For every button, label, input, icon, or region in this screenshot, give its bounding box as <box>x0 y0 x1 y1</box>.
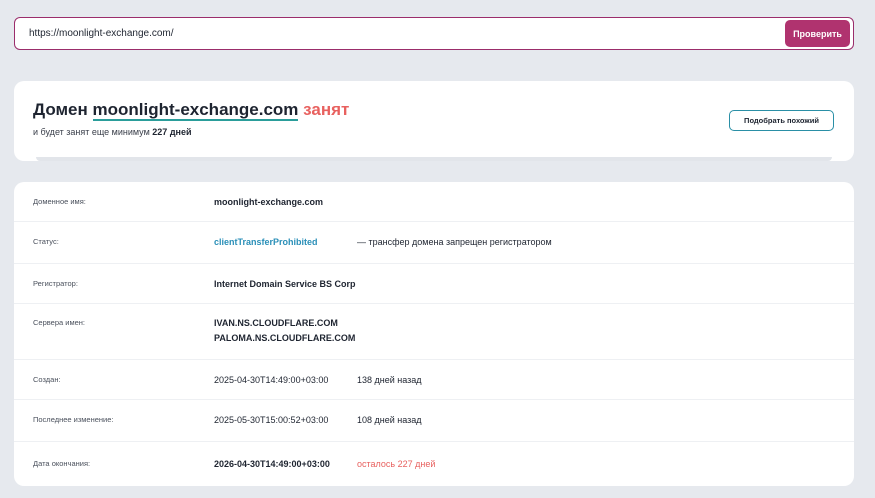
check-button[interactable]: Проверить <box>785 20 850 47</box>
headline-prefix: Домен <box>33 100 88 119</box>
nameserver-2: PALOMA.NS.CLOUDFLARE.COM <box>214 333 356 343</box>
summary-card: Домен moonlight-exchange.com занят и буд… <box>14 81 854 161</box>
headline-domain: moonlight-exchange.com <box>92 100 299 121</box>
domain-value: moonlight-exchange.com <box>214 197 324 207</box>
domain-headline: Домен moonlight-exchange.com занят <box>33 100 350 121</box>
availability-note: и будет занят еще минимум 227 дней <box>33 127 192 137</box>
row-expires: Дата окончания: 2026-04-30T14:49:00+03:0… <box>14 442 854 486</box>
status-note: — трансфер домена запрещен регистратором <box>357 237 552 247</box>
row-label: Сервера имен: <box>33 318 85 327</box>
row-registrar: Регистратор: Internet Domain Service BS … <box>14 264 854 304</box>
status-link[interactable]: clientTransferProhibited <box>214 237 318 247</box>
availability-days: 227 дней <box>152 127 192 137</box>
updated-ago: 108 дней назад <box>357 415 422 425</box>
row-label: Создан: <box>33 375 61 384</box>
nameserver-1: IVAN.NS.CLOUDFLARE.COM <box>214 318 338 328</box>
row-label: Дата окончания: <box>33 459 91 468</box>
expires-value: 2026-04-30T14:49:00+03:00 <box>214 459 330 469</box>
availability-prefix: и будет занят еще минимум <box>33 127 150 137</box>
expires-left: осталось 227 дней <box>357 459 436 469</box>
domain-search-input[interactable] <box>29 18 769 49</box>
search-bar: Проверить <box>14 17 854 50</box>
find-similar-button[interactable]: Подобрать похожий <box>729 110 834 131</box>
created-ago: 138 дней назад <box>357 375 422 385</box>
row-label: Статус: <box>33 237 59 246</box>
row-label: Последнее изменение: <box>33 415 114 424</box>
row-domain: Доменное имя: moonlight-exchange.com <box>14 182 854 222</box>
whois-details-card: Доменное имя: moonlight-exchange.com Ста… <box>14 182 854 486</box>
row-created: Создан: 2025-04-30T14:49:00+03:00 138 дн… <box>14 360 854 400</box>
row-updated: Последнее изменение: 2025-05-30T15:00:52… <box>14 400 854 442</box>
registrar-value: Internet Domain Service BS Corp <box>214 279 356 289</box>
created-value: 2025-04-30T14:49:00+03:00 <box>214 375 329 385</box>
row-label: Доменное имя: <box>33 197 86 206</box>
row-label: Регистратор: <box>33 279 78 288</box>
row-nameservers: Сервера имен: IVAN.NS.CLOUDFLARE.COM PAL… <box>14 304 854 360</box>
updated-value: 2025-05-30T15:00:52+03:00 <box>214 415 329 425</box>
headline-status: занят <box>303 100 350 119</box>
row-status: Статус: clientTransferProhibited — транс… <box>14 222 854 264</box>
